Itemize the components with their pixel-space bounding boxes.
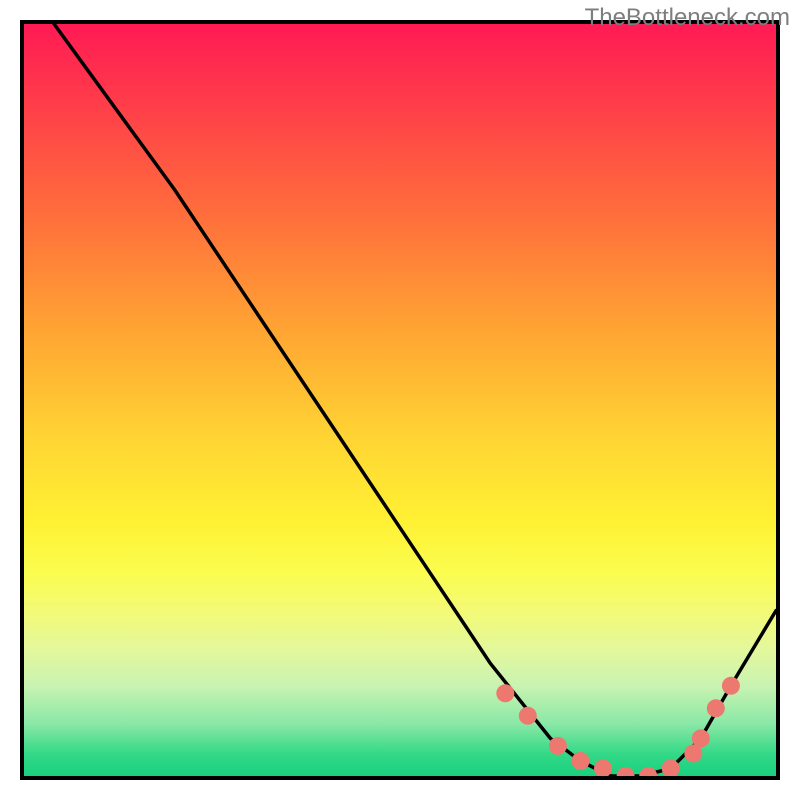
marker-dot [594, 760, 612, 777]
attribution-label: TheBottleneck.com [585, 4, 790, 32]
marker-dot [707, 699, 725, 717]
marker-dot [722, 677, 740, 695]
bottleneck-curve [54, 24, 776, 776]
marker-dot [519, 707, 537, 725]
marker-dot [639, 767, 657, 776]
marker-dot [692, 729, 710, 747]
plot-area [20, 20, 780, 780]
marker-dot [572, 752, 590, 770]
curve-layer [24, 24, 776, 776]
marker-dot [549, 737, 567, 755]
chart-container: TheBottleneck.com [0, 0, 800, 800]
marker-dot [496, 684, 514, 702]
marker-dots [496, 677, 740, 776]
marker-dot [617, 767, 635, 776]
